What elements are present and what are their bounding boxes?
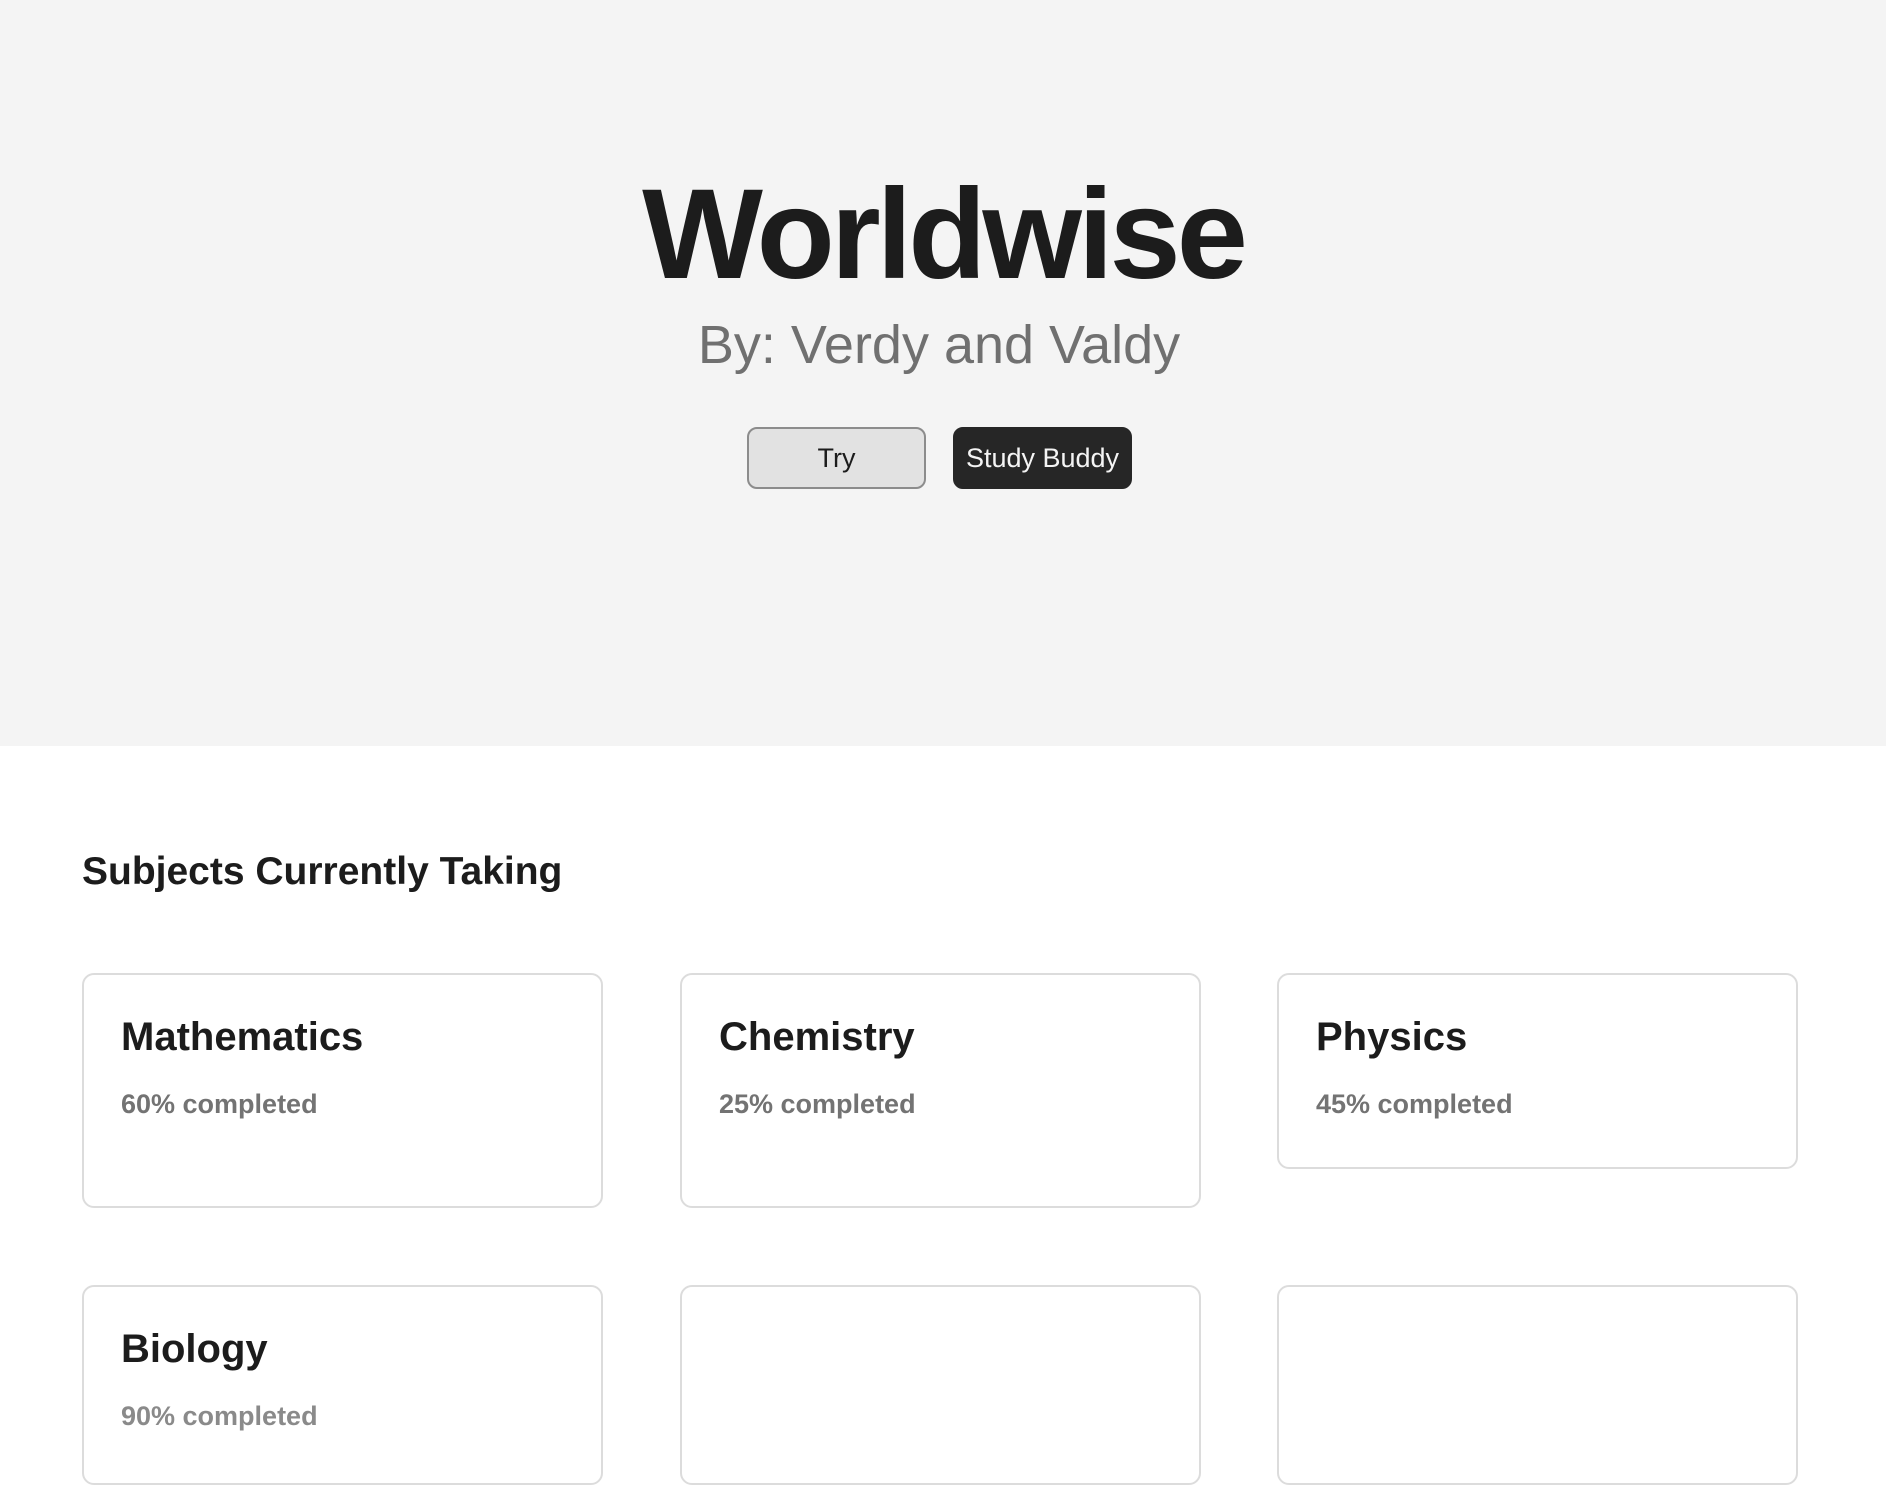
subject-title: Mathematics — [121, 1015, 364, 1059]
subject-progress: 60% completed — [121, 1089, 318, 1119]
app-title: Worldwise — [642, 163, 1248, 306]
subject-progress: 45% completed — [1316, 1089, 1513, 1119]
subject-title: Chemistry — [719, 1015, 915, 1059]
subject-card-empty[interactable] — [680, 1285, 1201, 1485]
subject-title: Biology — [121, 1327, 268, 1371]
hero-section: Worldwise By: Verdy and Valdy Try Study … — [0, 0, 1886, 746]
subject-card-physics[interactable]: Physics 45% completed — [1277, 973, 1798, 1169]
subject-card-chemistry[interactable]: Chemistry 25% completed — [680, 973, 1201, 1208]
subject-title: Physics — [1316, 1015, 1468, 1059]
subjects-heading: Subjects Currently Taking — [82, 850, 563, 893]
try-button[interactable]: Try — [747, 427, 926, 489]
subject-card-mathematics[interactable]: Mathematics 60% completed — [82, 973, 603, 1208]
subject-progress: 90% completed — [121, 1401, 318, 1431]
subject-card-biology[interactable]: Biology 90% completed — [82, 1285, 603, 1485]
subject-progress: 25% completed — [719, 1089, 916, 1119]
subject-card-empty[interactable] — [1277, 1285, 1798, 1485]
study-buddy-button[interactable]: Study Buddy — [953, 427, 1132, 489]
app-subtitle: By: Verdy and Valdy — [697, 315, 1181, 375]
